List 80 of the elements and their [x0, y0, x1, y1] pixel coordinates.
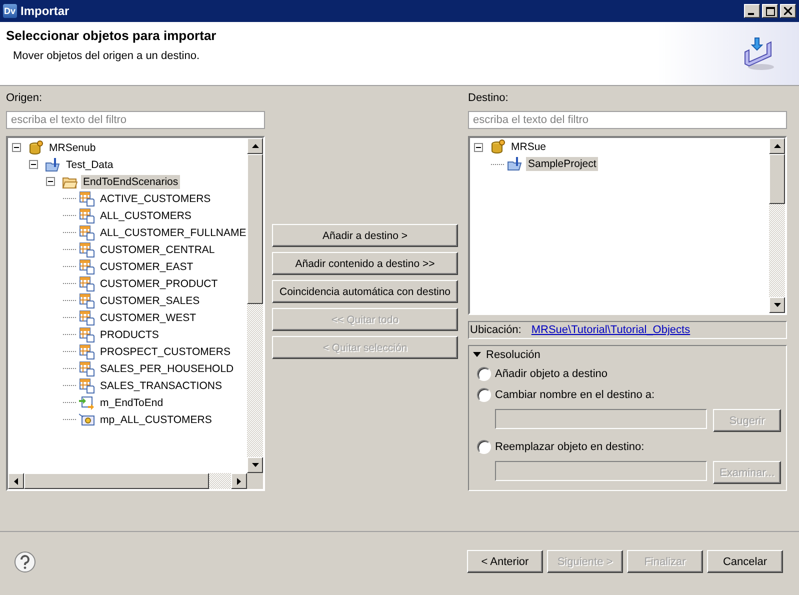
tree-item[interactable]: SampleProject	[526, 157, 598, 172]
tree-item[interactable]: SALES_PER_HOUSEHOLD	[98, 362, 236, 376]
database-icon	[490, 139, 506, 156]
folder-icon	[507, 156, 523, 172]
table-icon	[79, 310, 95, 326]
table-icon	[79, 224, 95, 240]
radio-button[interactable]	[477, 388, 491, 402]
group-title: Resolución	[486, 349, 540, 362]
close-icon	[784, 7, 792, 15]
table-icon	[79, 360, 95, 376]
table-icon	[79, 326, 95, 342]
wizard-button[interactable]: Cancelar	[707, 550, 783, 573]
source-label: Origen:	[6, 92, 44, 105]
window-title: Importar	[20, 4, 70, 18]
radio-button[interactable]	[477, 367, 491, 382]
radio-label: Añadir objeto a destino	[495, 368, 608, 380]
collapse-toggle[interactable]	[474, 142, 483, 152]
mapping-icon	[79, 394, 95, 410]
tree-item[interactable]: SALES_TRANSACTIONS	[98, 378, 224, 392]
expand-arrow-icon[interactable]	[473, 351, 481, 360]
page-title: Seleccionar objetos para importar	[6, 28, 216, 43]
action-button[interactable]: Añadir a destino >	[272, 224, 458, 247]
action-button[interactable]: Añadir contenido a destino >>	[272, 252, 458, 275]
database-icon	[28, 140, 44, 156]
target-label: Destino:	[468, 92, 510, 105]
tree-item[interactable]: CUSTOMER_CENTRAL	[98, 242, 217, 256]
maximize-icon	[766, 6, 774, 16]
table-icon	[79, 242, 95, 258]
tree-item[interactable]: CUSTOMER_EAST	[98, 260, 196, 274]
tree-item[interactable]: ALL_CUSTOMER_FULLNAME	[98, 226, 248, 240]
tree-item[interactable]: ALL_CUSTOMERS	[98, 208, 194, 222]
app-icon: Dv	[3, 4, 17, 18]
mapplet-icon	[79, 412, 95, 428]
table-icon	[79, 292, 95, 308]
tree-item[interactable]: m_EndToEnd	[98, 396, 166, 410]
minimize-button[interactable]	[744, 4, 760, 18]
tree-item[interactable]: PROSPECT_CUSTOMERS	[98, 344, 232, 358]
radio-button[interactable]	[477, 440, 491, 454]
tree-item[interactable]: mp_ALL_CUSTOMERS	[98, 412, 214, 426]
table-icon	[79, 208, 95, 224]
page-description: Mover objetos del origen a un destino.	[13, 50, 201, 62]
tree-item[interactable]: CUSTOMER_SALES	[98, 294, 202, 308]
tree-item[interactable]: CUSTOMER_PRODUCT	[98, 276, 220, 290]
table-icon	[79, 258, 95, 274]
action-button[interactable]: Coincidencia automática con destino	[272, 280, 458, 303]
scrollbar[interactable]	[8, 473, 263, 489]
scrollbar[interactable]	[769, 138, 785, 314]
collapse-toggle[interactable]	[29, 160, 38, 169]
tree-item[interactable]: MRSenub	[47, 140, 98, 154]
location-label: Ubicación:	[470, 324, 522, 336]
arrow-up-icon[interactable]	[252, 144, 258, 148]
table-icon	[79, 378, 95, 394]
tree-item[interactable]: ACTIVE_CUSTOMERS	[98, 192, 213, 206]
close-button[interactable]	[780, 4, 796, 18]
tree-item[interactable]: PRODUCTS	[98, 328, 161, 342]
tree-item[interactable]: Test_Data	[64, 158, 116, 172]
tree-item[interactable]: CUSTOMER_WEST	[98, 310, 198, 324]
tree-item[interactable]: EndToEndScenarios	[81, 174, 180, 188]
filter-field[interactable]: escriba el texto del filtro	[468, 111, 787, 129]
location-link[interactable]: MRSue\Tutorial\Tutorial_Objects	[531, 324, 690, 336]
arrow-up-icon[interactable]	[774, 144, 780, 148]
radio-label: Cambiar nombre en el destino a:	[495, 389, 655, 402]
maximize-button[interactable]	[762, 4, 778, 18]
table-icon	[79, 344, 95, 360]
radio-label: Reemplazar objeto en destino:	[495, 441, 644, 454]
scrollbar[interactable]	[247, 138, 263, 473]
collapse-toggle[interactable]	[12, 143, 21, 152]
arrow-down-icon[interactable]	[252, 463, 258, 467]
scroll-corner	[247, 473, 263, 489]
table-icon	[79, 190, 95, 206]
table-icon	[79, 276, 95, 292]
folder-icon	[45, 156, 61, 172]
help-icon[interactable]	[14, 550, 36, 572]
wizard-button[interactable]: < Anterior	[467, 550, 543, 573]
tree-item[interactable]: MRSue	[509, 140, 548, 154]
filter-field[interactable]: escriba el texto del filtro	[6, 111, 265, 129]
arrow-left-icon[interactable]	[14, 478, 18, 484]
collapse-toggle[interactable]	[46, 177, 55, 186]
arrow-right-icon[interactable]	[237, 478, 241, 484]
arrow-down-icon[interactable]	[774, 303, 780, 308]
